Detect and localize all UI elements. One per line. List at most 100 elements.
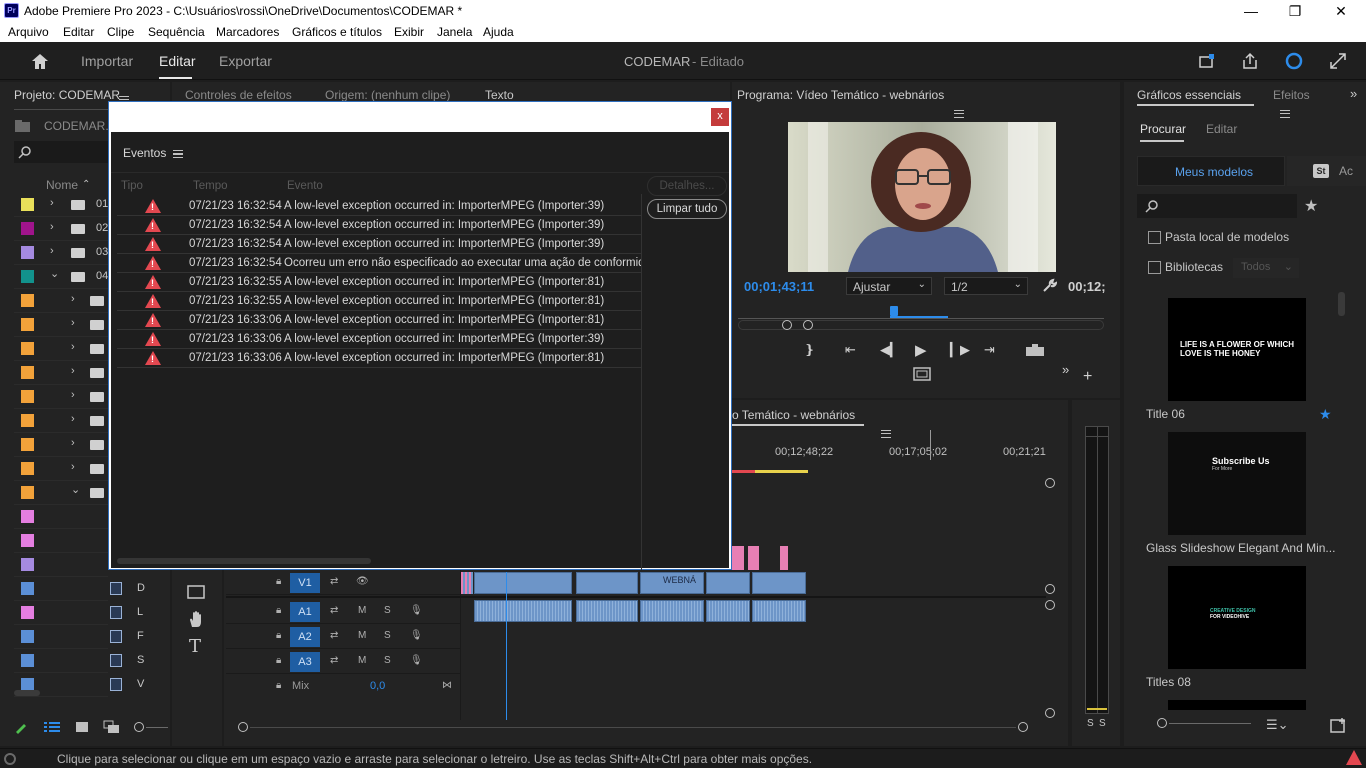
project-list-item[interactable]: › xyxy=(14,289,108,313)
program-scrub-ruler[interactable] xyxy=(738,306,1104,320)
mute-button[interactable]: M xyxy=(358,630,366,641)
label-color-swatch[interactable] xyxy=(21,630,34,643)
label-color-swatch[interactable] xyxy=(21,654,34,667)
chevron-right-icon[interactable]: › xyxy=(71,437,75,449)
menu-janela[interactable]: Janela xyxy=(437,25,472,39)
column-header-time[interactable]: Tempo xyxy=(193,180,228,192)
project-list-item[interactable] xyxy=(14,553,108,577)
libraries-checkbox[interactable] xyxy=(1148,261,1161,274)
subtab-editar[interactable]: Editar xyxy=(1206,122,1237,136)
label-color-swatch[interactable] xyxy=(21,366,34,379)
wrench-icon[interactable] xyxy=(1041,278,1057,294)
chevron-right-icon[interactable]: › xyxy=(71,413,75,425)
step-back-button[interactable]: ◀▎ xyxy=(880,342,900,358)
project-list-item[interactable]: D xyxy=(14,577,145,601)
template-thumb-glass-slideshow[interactable]: Subscribe Us For More xyxy=(1168,432,1306,535)
label-color-swatch[interactable] xyxy=(21,462,34,475)
project-list-item[interactable]: › xyxy=(14,433,108,457)
project-list-item[interactable]: ⌄ xyxy=(14,481,108,505)
audio-scroll-bottom-handle[interactable] xyxy=(1045,708,1055,718)
tab-text[interactable]: Texto xyxy=(485,88,514,102)
lock-icon[interactable]: 🔒︎ xyxy=(276,605,281,616)
home-icon[interactable] xyxy=(30,52,50,70)
tab-source[interactable]: Origem: (nenhum clipe) xyxy=(325,88,450,102)
audio-clip[interactable] xyxy=(706,600,750,622)
event-row[interactable]: 07/21/23 16:32:55A low-level exception o… xyxy=(117,273,641,292)
event-row[interactable]: 07/21/23 16:33:06A low-level exception o… xyxy=(117,330,641,349)
go-to-out-button[interactable]: ⇥ xyxy=(984,342,995,358)
zoom-slider-track[interactable] xyxy=(146,727,168,728)
column-header-type[interactable]: Tipo xyxy=(121,180,143,192)
freeform-view-icon[interactable] xyxy=(103,720,121,734)
pencil-icon[interactable] xyxy=(14,720,28,734)
lock-icon[interactable]: 🔒︎ xyxy=(276,655,281,666)
label-color-swatch[interactable] xyxy=(21,510,34,523)
close-window-button[interactable]: ✕ xyxy=(1318,0,1364,22)
project-list-item[interactable]: ⌄ 04 xyxy=(14,265,108,289)
label-color-swatch[interactable] xyxy=(21,438,34,451)
tab-effect-controls[interactable]: Controles de efeitos xyxy=(185,88,292,102)
menu-marcadores[interactable]: Marcadores xyxy=(216,25,279,39)
label-color-swatch[interactable] xyxy=(21,390,34,403)
sync-lock-icon[interactable]: ⇄ xyxy=(330,630,338,641)
audio-clip[interactable] xyxy=(474,600,572,622)
event-row[interactable]: 07/21/23 16:33:06A low-level exception o… xyxy=(117,349,641,368)
chevron-right-icon[interactable]: › xyxy=(71,293,75,305)
track-target-a2[interactable]: A2 xyxy=(290,627,320,647)
timeline-zoom-left-handle[interactable] xyxy=(238,722,248,732)
sort-menu-icon[interactable]: ☰⌄ xyxy=(1266,717,1289,733)
sync-lock-icon[interactable]: ⇄ xyxy=(330,605,338,616)
label-color-swatch[interactable] xyxy=(21,582,34,595)
menu-graficos[interactable]: Gráficos e títulos xyxy=(292,25,382,39)
program-monitor-title[interactable]: Programa: Vídeo Temático - webnários xyxy=(737,88,944,102)
audio-scroll-top-handle[interactable] xyxy=(1045,600,1055,610)
sync-lock-icon[interactable]: ⇄ xyxy=(330,655,338,666)
go-to-end-icon[interactable]: ⋈ xyxy=(442,680,452,691)
chevron-down-icon[interactable]: ⌄ xyxy=(71,483,80,496)
warning-icon[interactable] xyxy=(1346,750,1362,765)
clear-all-button[interactable]: Limpar tudo xyxy=(647,199,727,219)
export-frame-icon[interactable] xyxy=(1025,343,1045,357)
icon-view-icon[interactable] xyxy=(75,721,89,733)
adobe-stock-tab[interactable]: St Ac xyxy=(1287,156,1366,186)
meter-solo-left[interactable]: S xyxy=(1087,718,1094,729)
timeline-title[interactable]: o Temático - webnários xyxy=(732,408,855,422)
lock-icon[interactable]: 🔒︎ xyxy=(276,630,281,641)
video-scroll-top-handle[interactable] xyxy=(1045,478,1055,488)
minimize-button[interactable]: — xyxy=(1228,0,1274,22)
lock-icon[interactable]: 🔒︎ xyxy=(276,680,281,691)
chevron-right-icon[interactable]: › xyxy=(50,245,54,257)
project-list-item[interactable]: › xyxy=(14,337,108,361)
label-color-swatch[interactable] xyxy=(21,270,34,283)
menu-clipe[interactable]: Clipe xyxy=(107,25,134,39)
project-list-item[interactable]: › xyxy=(14,313,108,337)
chevron-right-icon[interactable]: › xyxy=(50,221,54,233)
template-thumb-title-06[interactable]: LIFE IS A FLOWER OF WHICH LOVE IS THE HO… xyxy=(1168,298,1306,401)
mute-button[interactable]: M xyxy=(358,655,366,666)
video-clip[interactable] xyxy=(461,572,473,594)
graphic-clip[interactable] xyxy=(748,546,759,570)
video-clip[interactable]: WEBNÁ xyxy=(640,572,704,594)
zoom-slider-handle[interactable] xyxy=(134,722,144,732)
project-list-item[interactable] xyxy=(14,505,108,529)
video-clip[interactable] xyxy=(706,572,750,594)
timeline-zoom-track[interactable] xyxy=(250,727,1016,728)
tab-importar[interactable]: Importar xyxy=(81,53,133,69)
timeline-menu-icon[interactable] xyxy=(880,429,891,438)
project-list-item[interactable]: › xyxy=(14,409,108,433)
chevron-right-icon[interactable]: › xyxy=(71,317,75,329)
thumb-size-slider-handle[interactable] xyxy=(1157,718,1167,728)
my-templates-tab[interactable]: Meus modelos xyxy=(1137,156,1285,186)
templates-scrollbar[interactable] xyxy=(1338,292,1345,316)
subtab-procurar[interactable]: Procurar xyxy=(1140,122,1186,136)
solo-button[interactable]: S xyxy=(384,630,391,641)
project-panel-title[interactable]: Projeto: CODEMAR xyxy=(14,88,120,102)
mute-button[interactable]: M xyxy=(358,605,366,616)
label-color-swatch[interactable] xyxy=(21,222,34,235)
hand-tool-icon[interactable] xyxy=(187,610,205,628)
quick-export-icon[interactable] xyxy=(1198,53,1216,69)
label-color-swatch[interactable] xyxy=(21,246,34,259)
label-color-swatch[interactable] xyxy=(21,534,34,547)
eye-icon[interactable]: 👁︎ xyxy=(356,576,369,587)
program-timecode[interactable]: 00;01;43;11 xyxy=(744,279,814,294)
